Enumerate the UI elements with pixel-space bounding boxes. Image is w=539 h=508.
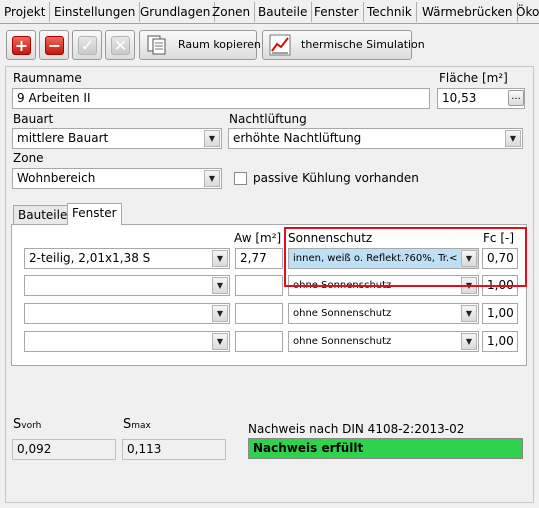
aw-input-row-2[interactable]	[235, 275, 283, 296]
raum-kopieren-button[interactable]: Raum kopieren	[139, 30, 261, 60]
menu-fenster[interactable]: Fenster	[310, 2, 364, 22]
fenster-select-row-3[interactable]: ▼	[24, 303, 230, 324]
thermische-simulation-button[interactable]: thermische Simulation	[262, 30, 425, 60]
passive-kuehlung-checkbox[interactable]	[234, 172, 247, 185]
bauart-value: mittlere Bauart	[17, 131, 109, 145]
fenster-select-row-1[interactable]: 2-teilig, 2,01x1,38 S ▼	[24, 248, 230, 269]
zone-label: Zone	[13, 151, 44, 165]
raumname-label: Raumname	[13, 71, 82, 85]
chevron-down-icon: ▼	[461, 333, 477, 350]
fc-input-row-4[interactable]: 1,00	[482, 331, 518, 352]
fc-input-row-3[interactable]: 1,00	[482, 303, 518, 324]
thermische-simulation-label: thermische Simulation	[301, 38, 425, 51]
toolbar: + − ✓ ✕ Raum kopieren thermische Simulat…	[0, 26, 539, 66]
tab-fenster[interactable]: Fenster	[67, 203, 122, 225]
fenster-select-row-2[interactable]: ▼	[24, 275, 230, 296]
nachtlueftung-label: Nachtlüftung	[229, 112, 307, 126]
menu-bar: Projekt Einstellungen Grundlagen Zonen B…	[0, 0, 539, 24]
menu-projekt[interactable]: Projekt	[0, 2, 51, 22]
menu-oeko[interactable]: Öko	[512, 2, 539, 22]
aw-input-row-1[interactable]: 2,77	[235, 248, 283, 269]
flaeche-dots-button[interactable]: ...	[508, 90, 524, 106]
nachweis-status: Nachweis erfüllt	[248, 438, 523, 459]
sonnenschutz-value: ohne Sonnenschutz	[293, 308, 392, 319]
menu-einstellungen[interactable]: Einstellungen	[50, 2, 141, 22]
plus-icon: +	[12, 36, 31, 55]
sonnenschutz-select-row-4[interactable]: ohne Sonnenschutz ▼	[288, 331, 479, 352]
highlight-frame	[284, 227, 527, 287]
fenster-value: 2-teilig, 2,01x1,38 S	[29, 251, 151, 265]
svorh-sub: vorh	[21, 421, 42, 431]
tab-bauteile[interactable]: Bauteile	[13, 205, 73, 225]
chevron-down-icon: ▼	[212, 277, 228, 294]
minus-icon: −	[45, 36, 64, 55]
nachweis-label: Nachweis nach DIN 4108-2:2013-02	[248, 422, 465, 436]
zone-select[interactable]: Wohnbereich ▼	[12, 168, 222, 189]
passive-kuehlung-label: passive Kühlung vorhanden	[253, 171, 419, 185]
chevron-down-icon: ▼	[212, 333, 228, 350]
cross-icon: ✕	[111, 36, 130, 55]
chevron-down-icon: ▼	[204, 170, 220, 187]
smax-sub: max	[131, 421, 151, 431]
fenster-select-row-4[interactable]: ▼	[24, 331, 230, 352]
chevron-down-icon: ▼	[212, 305, 228, 322]
chevron-down-icon: ▼	[212, 250, 228, 267]
smax-value: 0,113	[122, 439, 226, 460]
zone-value: Wohnbereich	[17, 171, 96, 185]
menu-technik[interactable]: Technik	[363, 2, 417, 22]
raum-kopieren-label: Raum kopieren	[178, 38, 261, 51]
nachtlueftung-select[interactable]: erhöhte Nachtlüftung ▼	[228, 128, 523, 149]
remove-button[interactable]: −	[39, 30, 69, 60]
sonnenschutz-value: ohne Sonnenschutz	[293, 336, 392, 347]
svorh-value: 0,092	[12, 439, 116, 460]
menu-grundlagen[interactable]: Grundlagen	[136, 2, 216, 22]
flaeche-label: Fläche [m²]	[439, 71, 508, 85]
fenster-tabpage: Aw [m²] Sonnenschutz Fc [-] 2-teilig, 2,…	[11, 224, 527, 366]
copy-icon	[147, 35, 166, 55]
menu-zonen[interactable]: Zonen	[208, 2, 256, 22]
bauart-label: Bauart	[13, 112, 54, 126]
raum-panel: Raumname Fläche [m²] 9 Arbeiten II 10,53…	[5, 66, 534, 503]
menu-bauteile[interactable]: Bauteile	[254, 2, 313, 22]
nachtlueftung-value: erhöhte Nachtlüftung	[233, 131, 362, 145]
chevron-down-icon: ▼	[204, 130, 220, 147]
chart-icon	[269, 34, 291, 56]
aw-input-row-4[interactable]	[235, 331, 283, 352]
cancel-button[interactable]: ✕	[105, 30, 135, 60]
check-icon: ✓	[78, 36, 97, 55]
sonnenschutz-select-row-3[interactable]: ohne Sonnenschutz ▼	[288, 303, 479, 324]
chevron-down-icon: ▼	[461, 305, 477, 322]
add-button[interactable]: +	[6, 30, 36, 60]
smax-label: Smax	[123, 417, 151, 432]
aw-input-row-3[interactable]	[235, 303, 283, 324]
menu-waermebruecken[interactable]: Wärmebrücken	[418, 2, 518, 22]
raumname-input[interactable]: 9 Arbeiten II	[12, 88, 430, 109]
bauart-select[interactable]: mittlere Bauart ▼	[12, 128, 222, 149]
svorh-label: Svorh	[13, 417, 41, 432]
confirm-button[interactable]: ✓	[72, 30, 102, 60]
aw-header: Aw [m²]	[234, 231, 282, 245]
chevron-down-icon: ▼	[505, 130, 521, 147]
